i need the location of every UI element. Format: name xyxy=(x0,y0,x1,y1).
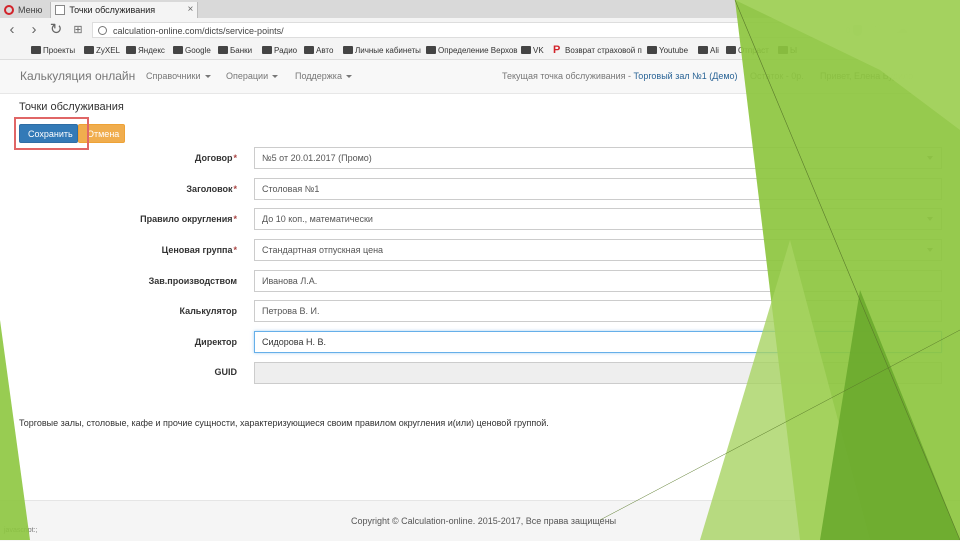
title-label: Заголовок* xyxy=(186,184,237,194)
menu-directories[interactable]: Справочники xyxy=(146,71,211,81)
rounding-label: Правило округления* xyxy=(140,214,237,224)
bookmark-item[interactable]: P Возврат страховой п xyxy=(553,44,642,57)
tab-label: Меню xyxy=(18,5,43,15)
bookmark-item[interactable]: Личные кабинеты xyxy=(343,44,421,57)
bookmark-item[interactable]: VK xyxy=(521,44,544,57)
title-input[interactable]: Столовая №1 xyxy=(254,178,942,200)
director-label: Директор xyxy=(194,337,237,347)
close-icon[interactable]: × xyxy=(187,2,193,18)
rounding-select[interactable]: До 10 коп., математически xyxy=(254,208,942,230)
folder-icon xyxy=(262,46,272,54)
page-description: Торговые залы, столовые, кафе и прочие с… xyxy=(19,418,549,428)
forward-icon[interactable]: › xyxy=(26,21,42,39)
url-field[interactable]: calculation-online.com/dicts/service-poi… xyxy=(92,22,862,38)
calculator-input[interactable]: Петрова В. И. xyxy=(254,300,942,322)
browser-tab-strip: Меню Точки обслуживания × xyxy=(0,0,960,18)
bookmark-item[interactable]: Проекты xyxy=(31,44,75,57)
folder-icon xyxy=(647,46,657,54)
tab-service-points[interactable]: Точки обслуживания × xyxy=(51,2,199,18)
bookmark-item[interactable]: Авто xyxy=(304,44,333,57)
shield-icon[interactable] xyxy=(853,25,862,36)
bookmark-item[interactable]: ZyXEL xyxy=(84,44,120,57)
footer: Copyright © Calculation-online. 2015-201… xyxy=(0,500,960,541)
app-navbar: Калькуляция онлайн Справочники Операции … xyxy=(0,60,960,94)
guid-input xyxy=(254,362,942,384)
calculator-label: Калькулятор xyxy=(179,306,237,316)
folder-icon xyxy=(698,46,708,54)
folder-icon xyxy=(31,46,41,54)
menu-operations[interactable]: Операции xyxy=(226,71,279,81)
folder-icon xyxy=(726,46,736,54)
opera-icon xyxy=(4,5,14,15)
bookmarks-bar: Проекты ZyXEL Яндекс Google Банки Радио … xyxy=(0,42,960,60)
brand-link[interactable]: Калькуляция онлайн xyxy=(20,69,135,83)
folder-icon xyxy=(778,46,788,54)
deco-line xyxy=(599,329,960,521)
highlight-box xyxy=(14,117,89,150)
price-group-select[interactable]: Стандартная отпускная цена xyxy=(254,239,942,261)
bookmark-item[interactable]: Ы xyxy=(778,44,797,57)
url-text: calculation-online.com/dicts/service-poi… xyxy=(113,26,284,36)
heart-icon[interactable]: ♡ xyxy=(870,22,881,36)
folder-icon xyxy=(84,46,94,54)
caret-down-icon xyxy=(204,75,211,79)
current-point-link[interactable]: Торговый зал №1 (Демо) xyxy=(634,71,738,81)
bookmark-item[interactable]: Google xyxy=(173,44,211,57)
bookmark-item[interactable]: Банки xyxy=(218,44,252,57)
cloud-icon[interactable]: ☁ xyxy=(896,22,908,36)
back-icon[interactable]: ‹ xyxy=(4,21,20,39)
price-group-label: Ценовая группа* xyxy=(161,245,237,255)
director-input[interactable]: Сидорова Н. В. xyxy=(254,331,942,353)
folder-icon xyxy=(426,46,436,54)
production-head-label: Зав.производством xyxy=(148,276,237,286)
tab-menu[interactable]: Меню xyxy=(0,2,52,18)
reload-icon[interactable]: ↻ xyxy=(48,21,64,39)
balance-text: Остаток - 0р. xyxy=(750,71,804,81)
status-tooltip: javascript:; xyxy=(4,527,38,534)
menu-support[interactable]: Поддержка xyxy=(295,71,352,81)
bookmark-item[interactable]: Определение Верхов xyxy=(426,44,518,57)
tab-label: Точки обслуживания xyxy=(69,5,156,15)
page-icon xyxy=(55,5,66,15)
folder-icon xyxy=(173,46,183,54)
speed-dial-icon[interactable]: ⊞ xyxy=(70,21,86,39)
user-greeting[interactable]: Привет, Елена Будило xyxy=(820,71,913,81)
folder-icon xyxy=(126,46,136,54)
bookmark-item[interactable]: Ali xyxy=(698,44,719,57)
folder-icon xyxy=(521,46,531,54)
folder-icon xyxy=(218,46,228,54)
page-title: Точки обслуживания xyxy=(19,101,124,113)
bookmark-item[interactable]: Youtube xyxy=(647,44,688,57)
folder-icon xyxy=(304,46,314,54)
caret-down-icon xyxy=(345,75,352,79)
caret-down-icon xyxy=(272,75,279,79)
bookmark-item[interactable]: Радио xyxy=(262,44,297,57)
contract-label: Договор* xyxy=(194,153,237,163)
contract-select[interactable]: №5 от 20.01.2017 (Промо) xyxy=(254,147,942,169)
folder-icon xyxy=(343,46,353,54)
guid-label: GUID xyxy=(214,367,238,377)
adblock-count: 0 xyxy=(846,26,851,35)
pinterest-icon: P xyxy=(553,44,561,56)
bookmark-item[interactable]: Яндекс xyxy=(126,44,165,57)
globe-icon xyxy=(98,26,107,35)
bookmark-item[interactable]: Отпраст xyxy=(726,44,769,57)
production-head-input[interactable]: Иванова Л.А. xyxy=(254,270,942,292)
address-bar: ‹ › ↻ ⊞ calculation-online.com/dicts/ser… xyxy=(0,18,960,43)
current-point: Текущая точка обслуживания - Торговый за… xyxy=(502,71,738,81)
copyright-text: Copyright © Calculation-online. 2015-201… xyxy=(351,516,617,526)
